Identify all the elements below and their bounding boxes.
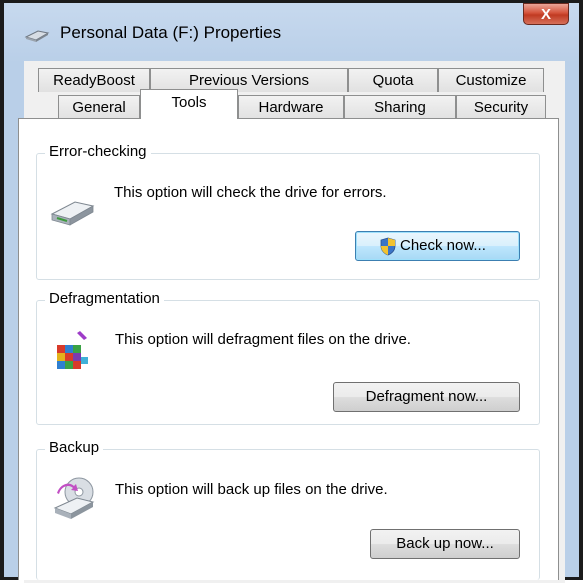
error-checking-title: Error-checking	[45, 143, 151, 161]
check-now-label: Check now...	[400, 237, 486, 254]
defragment-now-button[interactable]: Defragment now...	[333, 382, 520, 412]
backup-title: Backup	[45, 439, 104, 457]
hard-drive-icon	[50, 201, 95, 226]
backup-disc-icon	[53, 477, 95, 519]
title-bar[interactable]: Personal Data (F:) Properties X	[4, 3, 579, 61]
tab-hardware[interactable]: Hardware	[238, 95, 344, 119]
tab-tools[interactable]: Tools	[140, 89, 238, 119]
window-left-edge	[0, 0, 4, 580]
defragmentation-title: Defragmentation	[45, 290, 164, 308]
back-up-now-button[interactable]: Back up now...	[370, 529, 520, 559]
tab-readyboost[interactable]: ReadyBoost	[38, 68, 150, 92]
tab-quota[interactable]: Quota	[348, 68, 438, 92]
error-checking-description: This option will check the drive for err…	[114, 184, 387, 201]
defragmentation-description: This option will defragment files on the…	[115, 331, 411, 348]
window-right-edge	[579, 0, 583, 580]
tab-customize[interactable]: Customize	[438, 68, 544, 92]
backup-description: This option will back up files on the dr…	[115, 481, 388, 498]
close-button[interactable]: X	[523, 3, 569, 25]
defragment-icon	[57, 331, 88, 369]
tab-general[interactable]: General	[58, 95, 140, 119]
drive-icon	[24, 30, 50, 42]
uac-shield-icon	[380, 237, 396, 256]
tab-sharing[interactable]: Sharing	[344, 95, 456, 119]
tab-security[interactable]: Security	[456, 95, 546, 119]
window-title: Personal Data (F:) Properties	[60, 23, 282, 42]
backup-group: Backup This option will back up files on…	[36, 439, 540, 580]
check-now-button[interactable]: Check now...	[355, 231, 520, 261]
